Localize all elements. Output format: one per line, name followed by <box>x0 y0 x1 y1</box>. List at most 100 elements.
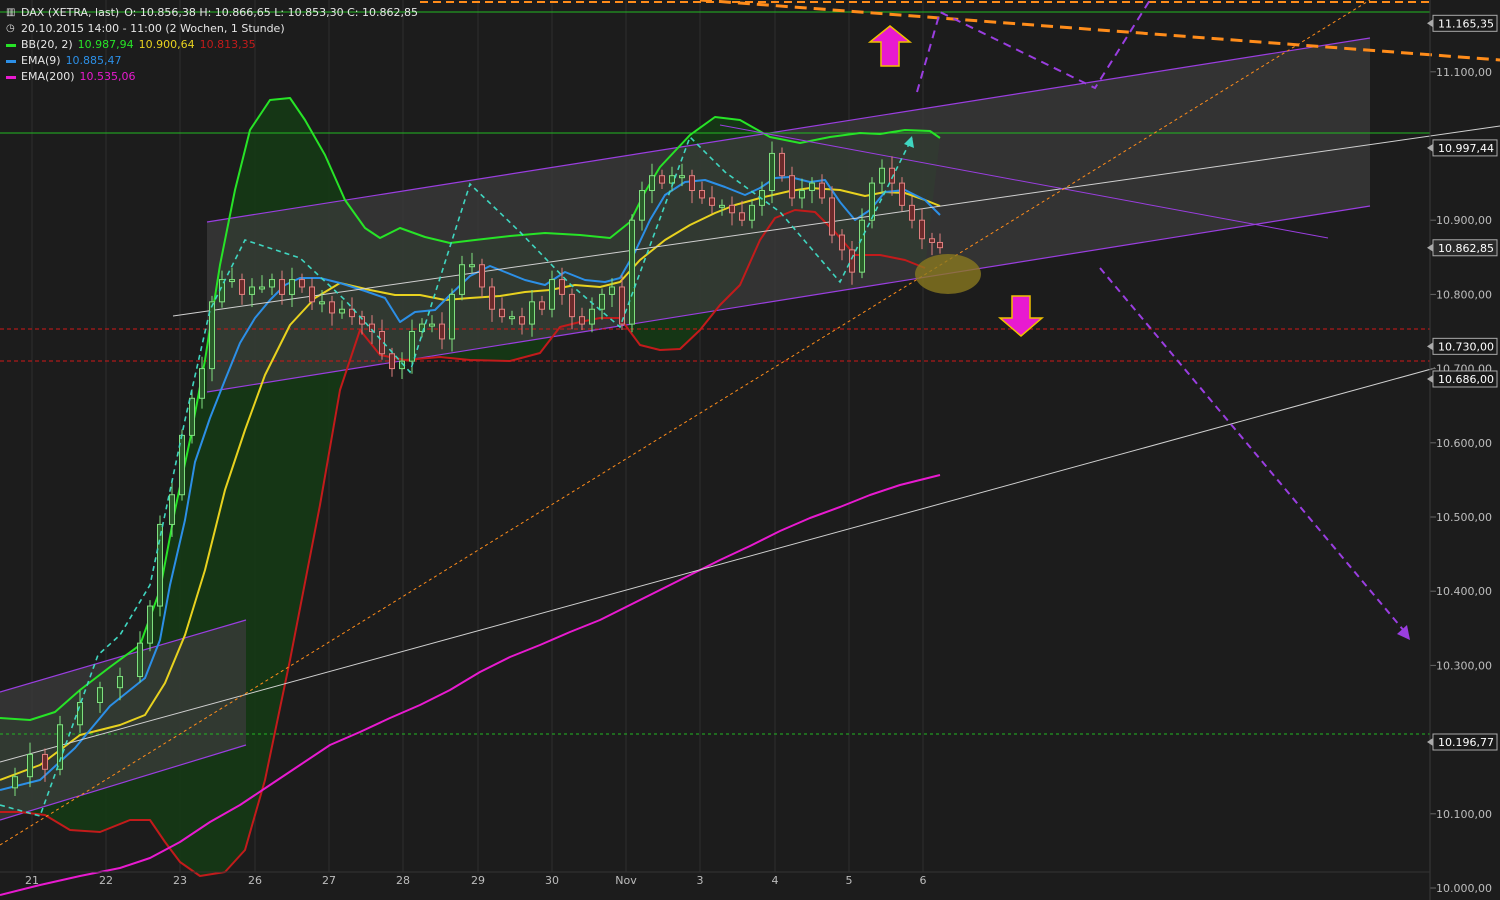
price-label-text: 10.862,85 <box>1438 242 1494 255</box>
x-tick-label: Nov <box>615 874 637 887</box>
candle-body <box>859 219 865 273</box>
x-tick-label: 22 <box>99 874 113 887</box>
candle <box>629 214 635 333</box>
candle-body <box>509 316 515 320</box>
candle-body <box>639 190 645 221</box>
candle-body <box>12 776 18 789</box>
candle-body <box>599 293 605 310</box>
x-tick-label: 27 <box>322 874 336 887</box>
candle-body <box>769 152 775 192</box>
price-label: 10.686,00 <box>1427 370 1498 388</box>
candle-body <box>299 279 305 288</box>
candle-body <box>489 286 495 310</box>
candle-body <box>469 264 475 268</box>
candle-body <box>439 323 445 340</box>
candle-body <box>659 175 665 184</box>
resistance-line-orange <box>699 0 1500 62</box>
price-label: 10.730,00 <box>1427 337 1498 355</box>
highlight-ellipse <box>915 254 981 294</box>
candle-body <box>279 279 285 295</box>
y-tick-label: 10.500,00 <box>1436 511 1492 524</box>
x-tick-label: 3 <box>697 874 704 887</box>
arrow-up-icon <box>867 25 913 67</box>
y-tick-label: 10.600,00 <box>1436 437 1492 450</box>
candle-body <box>549 279 555 310</box>
price-label: 10.196,77 <box>1427 733 1498 751</box>
candle-body <box>519 316 525 325</box>
candle-body <box>739 212 745 221</box>
chart-area[interactable]: 10.000,0010.100,0010.200,0010.300,0010.4… <box>0 0 1500 900</box>
candle-body <box>629 219 635 325</box>
arrow-up-shape <box>867 25 913 67</box>
price-label-text: 11.165,35 <box>1438 17 1494 30</box>
candle <box>179 429 185 501</box>
candle-body <box>869 182 875 221</box>
candle-body <box>879 167 885 184</box>
candle-body <box>799 190 805 199</box>
arrow-down-shape <box>997 295 1045 337</box>
y-tick-label: 11.100,00 <box>1436 66 1492 79</box>
candle-body <box>779 152 785 177</box>
legend-swatch <box>6 43 16 47</box>
y-tick-label: 10.900,00 <box>1436 214 1492 227</box>
candle-body <box>169 494 175 525</box>
x-tick-label: 28 <box>396 874 410 887</box>
candle-body <box>459 264 465 295</box>
projection-arrowhead <box>1397 625 1410 640</box>
x-tick-label: 23 <box>173 874 187 887</box>
legend-label: EMA(200) <box>21 70 75 83</box>
chart-icon: ▥ <box>6 7 16 18</box>
x-tick-label: 26 <box>248 874 262 887</box>
candle-body <box>499 308 505 318</box>
y-tick-label: 10.400,00 <box>1436 585 1492 598</box>
price-label-text: 10.730,00 <box>1438 340 1494 353</box>
legend-value: 10.885,47 <box>65 54 122 67</box>
candle-body <box>57 724 63 770</box>
candle-body <box>789 175 795 199</box>
candle-body <box>899 182 905 206</box>
candle-body <box>199 368 205 399</box>
price-chart-svg[interactable]: 10.000,0010.100,0010.200,0010.300,0010.4… <box>0 0 1500 900</box>
candle-body <box>669 175 675 184</box>
candle-body <box>839 234 845 251</box>
candle-body <box>309 286 315 303</box>
candle-body <box>929 238 935 243</box>
candle-body <box>137 642 143 678</box>
candle-body <box>389 353 395 370</box>
price-label-text: 10.196,77 <box>1438 736 1494 749</box>
candle-body <box>189 397 195 436</box>
legend-value: 10.900,64 <box>138 38 195 51</box>
candle-body <box>829 197 835 236</box>
candle <box>209 295 215 382</box>
price-label: 10.997,44 <box>1427 139 1498 157</box>
legend-value: 10.535,06 <box>79 70 136 83</box>
legend-swatch <box>6 75 16 79</box>
legend-swatch <box>6 59 16 63</box>
candle-body <box>719 204 725 208</box>
candle-body <box>239 279 245 295</box>
arrow-down-icon <box>997 295 1045 337</box>
candle-body <box>539 301 545 310</box>
candle-body <box>819 182 825 199</box>
candle-body <box>339 308 345 314</box>
price-label-text: 10.686,00 <box>1438 373 1494 386</box>
candle-body <box>709 197 715 206</box>
legend-label: BB(20, 2) <box>21 38 73 51</box>
candle <box>869 177 875 229</box>
y-tick-label: 10.100,00 <box>1436 808 1492 821</box>
projection-line-down <box>1099 267 1406 633</box>
legend-item-ema200: EMA(200) 10.535,06 <box>6 69 418 85</box>
x-tick-label: 30 <box>545 874 559 887</box>
candle-body <box>97 687 103 703</box>
clock-icon: ◷ <box>6 23 15 34</box>
candle-body <box>937 241 943 249</box>
candle-body <box>157 523 163 607</box>
candle-body <box>449 293 455 340</box>
candle-body <box>699 190 705 199</box>
price-label: 11.165,35 <box>1427 14 1498 32</box>
candle-body <box>319 301 325 305</box>
candle-body <box>919 219 925 240</box>
candle-body <box>229 279 235 283</box>
price-label-text: 10.997,44 <box>1438 142 1494 155</box>
y-tick-label: 10.300,00 <box>1436 659 1492 672</box>
